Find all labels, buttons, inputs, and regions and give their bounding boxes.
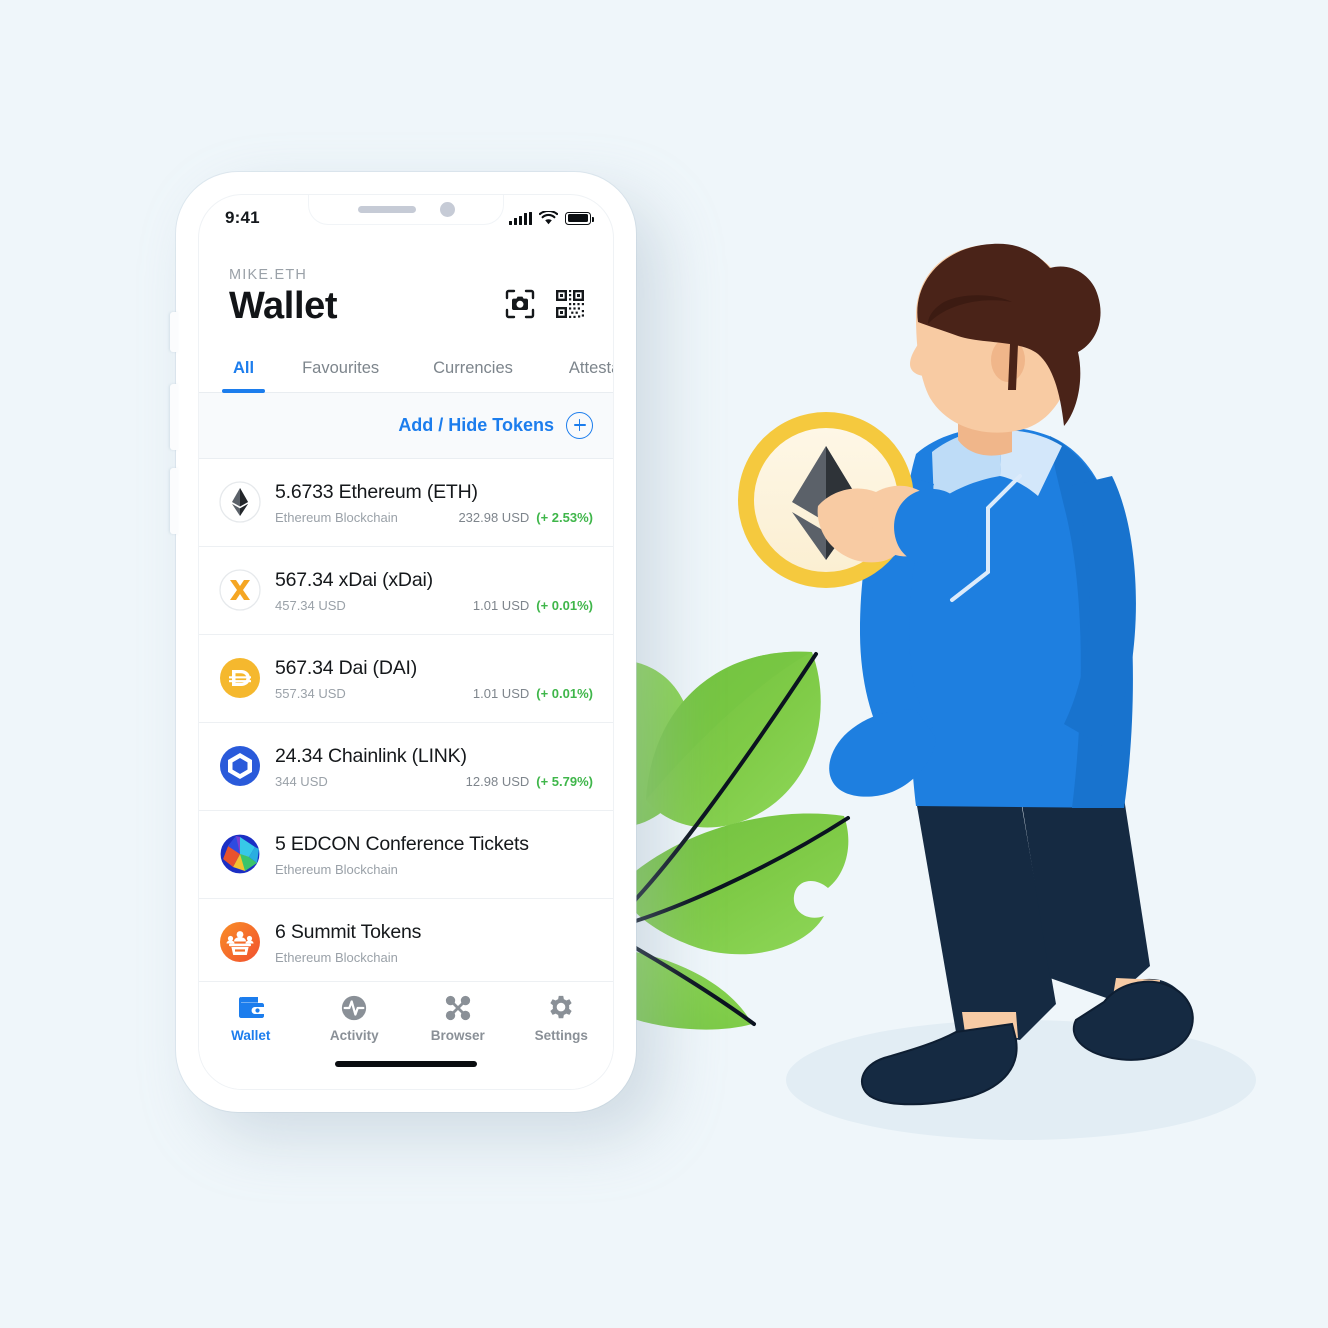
silence-switch[interactable] [170, 312, 178, 352]
character-illustration [738, 243, 1194, 1106]
token-title: 567.34 xDai (xDai) [275, 569, 433, 592]
nav-label-settings: Settings [534, 1028, 588, 1043]
volume-down-button[interactable] [170, 468, 178, 534]
tab-bar: All Favourites Currencies Attestatio [199, 337, 613, 393]
table-row[interactable]: 6 Summit Tokens Ethereum Blockchain [199, 899, 613, 987]
nav-item-settings[interactable]: Settings [510, 994, 614, 1043]
account-name: MIKE.ETH [229, 267, 308, 283]
token-price: 232.98 USD [458, 509, 530, 525]
token-change: (+ 2.53%) [536, 509, 593, 525]
tab-all[interactable]: All [221, 359, 266, 393]
battery-full-icon [565, 211, 594, 225]
tab-attestations[interactable]: Attestatio [569, 359, 613, 392]
nav-item-wallet[interactable]: Wallet [199, 994, 303, 1043]
token-subtitle: 457.34 USD [275, 597, 346, 613]
wifi-icon [539, 211, 558, 225]
edcon-icon [219, 833, 261, 875]
qr-code-icon[interactable] [555, 289, 585, 319]
token-change: (+ 0.01%) [536, 597, 593, 613]
token-subtitle: Ethereum Blockchain [275, 509, 398, 525]
earpiece-speaker [357, 206, 416, 213]
wallet-icon [238, 997, 264, 1018]
token-subtitle: Ethereum Blockchain [275, 861, 398, 877]
phone-screen: 9:41 MIKE.ETH Wallet All Favourites Curr… [198, 194, 614, 1090]
token-change: (+ 5.79%) [536, 773, 593, 789]
table-row[interactable]: 567.34 Dai (DAI) 557.34 USD 1.01 USD (+ … [199, 635, 613, 723]
token-price: 12.98 USD [465, 773, 530, 789]
add-hide-tokens-bar[interactable]: Add / Hide Tokens [199, 392, 613, 459]
nav-label-activity: Activity [329, 1028, 379, 1043]
token-subtitle: Ethereum Blockchain [275, 949, 398, 965]
signal-bars-icon [509, 211, 532, 225]
tab-favourites[interactable]: Favourites [302, 359, 379, 392]
nav-label-browser: Browser [430, 1028, 485, 1043]
nav-item-browser[interactable]: Browser [406, 994, 510, 1043]
table-row[interactable]: 567.34 xDai (xDai) 457.34 USD 1.01 USD (… [199, 547, 613, 635]
token-price: 1.01 USD [472, 685, 530, 701]
token-title: 6 Summit Tokens [275, 921, 422, 944]
token-price: 1.01 USD [472, 597, 530, 613]
token-subtitle: 344 USD [275, 773, 328, 789]
front-camera-icon [439, 202, 455, 217]
phone-mockup: 9:41 MIKE.ETH Wallet All Favourites Curr… [170, 172, 636, 1112]
browser-nodes-icon [445, 995, 470, 1021]
plus-circle-icon[interactable] [566, 411, 593, 439]
app-header: MIKE.ETH Wallet [199, 241, 613, 327]
nav-label-wallet: Wallet [231, 1028, 271, 1043]
token-title: 5.6733 Ethereum (ETH) [275, 481, 478, 504]
gear-icon [550, 995, 572, 1019]
status-icons [509, 211, 594, 225]
volume-up-button[interactable] [170, 384, 178, 450]
add-hide-tokens-label: Add / Hide Tokens [398, 414, 554, 435]
table-row[interactable]: 24.34 Chainlink (LINK) 344 USD 12.98 USD… [199, 723, 613, 811]
chainlink-icon [219, 745, 261, 787]
bottom-navigation: Wallet Activity Browser Settings [199, 981, 613, 1089]
phone-notch [308, 195, 504, 225]
tab-currencies[interactable]: Currencies [433, 359, 513, 392]
ethereum-icon [219, 481, 261, 524]
table-row[interactable]: 5 EDCON Conference Tickets Ethereum Bloc… [199, 811, 613, 899]
status-time: 9:41 [225, 208, 260, 227]
activity-pulse-icon [342, 995, 367, 1021]
dai-icon [219, 657, 261, 699]
token-list: 5.6733 Ethereum (ETH) Ethereum Blockchai… [199, 458, 613, 987]
token-change: (+ 0.01%) [536, 685, 593, 701]
token-title: 567.34 Dai (DAI) [275, 657, 418, 680]
home-indicator[interactable] [335, 1061, 477, 1067]
table-row[interactable]: 5.6733 Ethereum (ETH) Ethereum Blockchai… [199, 459, 613, 547]
illustration-scene: 9:41 MIKE.ETH Wallet All Favourites Curr… [0, 0, 1328, 1328]
xdai-icon [219, 569, 261, 612]
token-title: 5 EDCON Conference Tickets [275, 833, 529, 856]
camera-scan-icon[interactable] [505, 289, 535, 319]
nav-item-activity[interactable]: Activity [303, 994, 407, 1043]
page-title: Wallet [229, 285, 338, 327]
token-title: 24.34 Chainlink (LINK) [275, 745, 467, 768]
summit-icon [219, 921, 261, 963]
token-subtitle: 557.34 USD [275, 685, 346, 701]
